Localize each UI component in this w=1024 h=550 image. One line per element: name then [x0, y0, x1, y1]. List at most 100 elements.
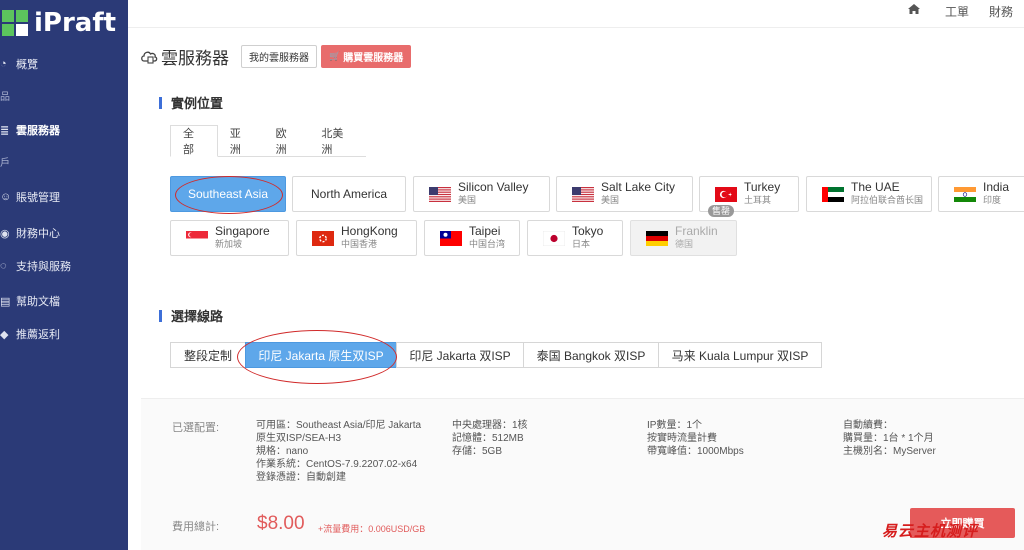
in-flag-icon [954, 186, 976, 202]
config-value: 購買量：1台 * 1个月 [843, 433, 934, 444]
location-country: 日本 [572, 239, 591, 249]
config-value: 存儲：5GB [452, 446, 503, 457]
logo-text: iPraft [34, 8, 117, 38]
location-tokyo[interactable]: Tokyo 日本 [527, 220, 623, 256]
location-country: 中国台湾 [469, 239, 506, 249]
config-value: 自動續費： [843, 420, 893, 431]
location-country: 德国 [675, 239, 694, 249]
sidebar-item-finance[interactable]: ◉ 財務中心 [0, 225, 128, 241]
support-icon: ◌ [0, 260, 7, 272]
tab-europe[interactable]: 欧洲 [264, 125, 310, 157]
user-icon: ☺ [0, 191, 12, 203]
line-option-jakarta-native[interactable]: 印尼 Jakarta 原生双ISP [245, 342, 397, 368]
sold-out-badge: 售罄 [708, 205, 735, 217]
line-option-kuala-lumpur[interactable]: 马来 Kuala Lumpur 双ISP [658, 342, 822, 368]
de-flag-icon [646, 230, 668, 246]
sidebar-item-label: 雲服務器 [16, 125, 60, 137]
top-link-finance[interactable]: 財務 [989, 3, 1013, 20]
config-value: IP數量：1个 [647, 420, 703, 431]
sidebar-item-support[interactable]: ◌ 支持與服務 [0, 258, 128, 274]
cart-icon: 🛒 [329, 50, 341, 61]
sidebar-fragment: 品 [0, 92, 10, 103]
sidebar-item-referral[interactable]: ◆ 推薦返利 [0, 326, 128, 342]
tab-north-america[interactable]: 北美洲 [309, 125, 366, 157]
my-servers-button[interactable]: 我的雲服務器 [241, 44, 317, 68]
location-franklin: Franklin 德国 [630, 220, 737, 256]
location-north-america[interactable]: North America [292, 176, 406, 212]
config-value: 規格：nano [256, 446, 309, 457]
config-value: 中央處理器：1核 [452, 420, 528, 431]
sidebar-item-cloud-server[interactable]: ≣ 雲服務器 [0, 122, 128, 138]
brand-logo[interactable]: iPraft [0, 8, 116, 38]
region-tabs: 全部 亚洲 欧洲 北美洲 [170, 125, 366, 157]
location-silicon-valley[interactable]: Silicon Valley 美国 [413, 176, 550, 212]
location-singapore[interactable]: Singapore 新加坡 [170, 220, 289, 256]
ae-flag-icon [822, 186, 844, 202]
sidebar-item-label: 財務中心 [16, 228, 60, 240]
line-option-custom[interactable]: 整段定制 [170, 342, 246, 368]
sidebar-item-docs[interactable]: ▤ 幫助文檔 [0, 293, 128, 309]
location-name: North America [310, 187, 388, 201]
buy-server-button[interactable]: 🛒 購買雲服務器 [321, 44, 412, 68]
top-bar: 工單 財務 [128, 0, 1024, 28]
tab-all[interactable]: 全部 [170, 125, 218, 157]
config-value: 原生双ISP/SEA-H3 [256, 433, 342, 444]
location-name: Turkey [744, 180, 781, 194]
location-country: 美国 [458, 195, 477, 205]
location-name: Tokyo [572, 224, 604, 238]
hk-flag-icon [312, 230, 334, 246]
location-name: Southeast Asia [187, 187, 269, 201]
location-name: Taipei [469, 224, 501, 238]
section-marker [159, 96, 162, 109]
us-flag-icon [429, 186, 451, 202]
location-name: HongKong [341, 224, 398, 238]
location-salt-lake-city[interactable]: Salt Lake City 美国 [556, 176, 693, 212]
location-name: Salt Lake City [601, 180, 676, 194]
location-country: 新加坡 [215, 239, 243, 249]
location-name: Franklin [675, 224, 718, 238]
finance-icon: ◉ [0, 227, 10, 240]
tr-flag-icon [715, 186, 737, 202]
config-column-location: 可用區：Southeast Asia/印尼 Jakarta 原生双ISP/SEA… [256, 419, 421, 484]
location-name: The UAE [851, 180, 900, 194]
config-column-billing: 自動續費： 購買量：1台 * 1个月 主機別名：MyServer [843, 419, 936, 458]
dashboard-icon: ◔ [0, 58, 7, 70]
line-option-jakarta-dual[interactable]: 印尼 Jakarta 双ISP [396, 342, 524, 368]
sidebar-item-label: 賬號管理 [16, 192, 60, 204]
tw-flag-icon [440, 230, 462, 246]
home-icon[interactable] [908, 4, 920, 14]
location-name: India [983, 180, 1010, 194]
sidebar-item-label: 幫助文檔 [16, 296, 60, 308]
config-value: 帶寬峰值：1000Mbps [647, 446, 744, 457]
location-the-uae[interactable]: The UAE 阿拉伯联合酋长国 [806, 176, 932, 212]
sg-flag-icon [186, 230, 208, 246]
sidebar: iPraft ◔ 概覽 品 ≣ 雲服務器 戶 ☺ 賬號管理 ◉ 財務中心 ◌ 支… [0, 0, 128, 550]
tab-asia[interactable]: 亚洲 [218, 125, 264, 157]
selected-config-label: 已選配置: [172, 422, 220, 434]
location-taipei[interactable]: Taipei 中国台湾 [424, 220, 520, 256]
location-hongkong[interactable]: HongKong 中国香港 [296, 220, 417, 256]
sidebar-item-account[interactable]: ☺ 賬號管理 [0, 189, 128, 205]
line-option-bangkok[interactable]: 泰国 Bangkok 双ISP [523, 342, 659, 368]
total-price: $8.00 [257, 513, 305, 534]
top-link-tickets[interactable]: 工單 [945, 3, 969, 20]
location-southeast-asia[interactable]: Southeast Asia [170, 176, 286, 212]
cloud-icon [141, 51, 158, 64]
config-column-network: IP數量：1个 按實時流量計費 帶寬峰值：1000Mbps [647, 419, 744, 458]
sidebar-item-overview[interactable]: ◔ 概覽 [0, 56, 128, 72]
config-value: 作業系統：CentOS-7.9.2207.02-x64 [256, 459, 418, 470]
section-marker [159, 309, 162, 322]
config-column-hardware: 中央處理器：1核 記憶體：512MB 存儲：5GB [452, 419, 528, 458]
config-value: 記憶體：512MB [452, 433, 524, 444]
config-value: 登錄憑證：自動創建 [256, 472, 346, 483]
config-value: 按實時流量計費 [647, 433, 717, 444]
total-label: 費用總計: [172, 521, 220, 533]
us-flag-icon [572, 186, 594, 202]
section-title-text: 實例位置 [171, 96, 224, 111]
location-name: Singapore [215, 224, 270, 238]
sidebar-item-label: 概覽 [16, 59, 38, 71]
location-india[interactable]: India 印度 [938, 176, 1024, 212]
watermark: 易云主机测评 [882, 523, 979, 540]
page-header: 雲服務器 我的雲服務器 🛒 購買雲服務器 [140, 44, 412, 69]
gift-icon: ◆ [0, 328, 9, 341]
